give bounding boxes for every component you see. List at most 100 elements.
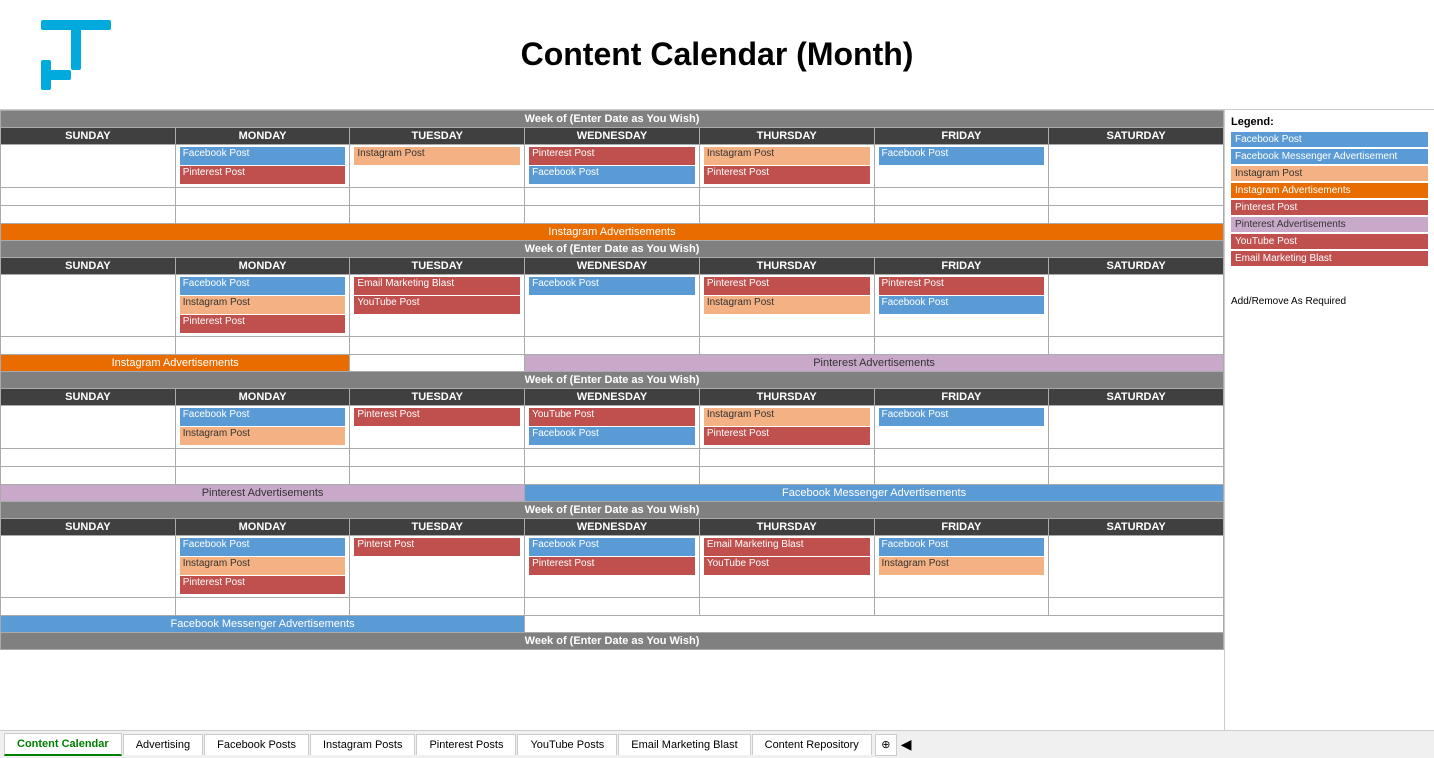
day-header-mon-1: MONDAY xyxy=(175,128,350,145)
w1-mon-3 xyxy=(175,206,350,224)
tab-content-calendar[interactable]: Content Calendar xyxy=(4,733,122,756)
w2-fri-fb: Facebook Post xyxy=(879,296,1045,314)
tab-advertising[interactable]: Advertising xyxy=(123,734,203,755)
calendar-area[interactable]: Week of (Enter Date as You Wish) SUNDAY … xyxy=(0,110,1224,730)
w2-ads-gap xyxy=(350,355,525,372)
app-container: Content Calendar (Month) Week of (Ente xyxy=(0,0,1434,758)
tab-youtube-posts[interactable]: YouTube Posts xyxy=(517,734,617,755)
w4-mon-1: Facebook Post Instagram Post Pinterest P… xyxy=(175,536,350,598)
w2-thu-1: Pinterest Post Instagram Post xyxy=(699,275,874,337)
w3-pin-ads: Pinterest Advertisements xyxy=(1,485,525,502)
w3-tue-1: Pinterest Post xyxy=(350,406,525,449)
w1-ig-ads: Instagram Advertisements xyxy=(1,224,1224,241)
w3-sun-2 xyxy=(1,449,176,467)
w4-mon-ig: Instagram Post xyxy=(180,557,346,575)
day-header-sat-4: SATURDAY xyxy=(1049,519,1224,536)
w2-sun-2 xyxy=(1,337,176,355)
week-header-5[interactable]: Week of (Enter Date as You Wish) xyxy=(1,633,1224,650)
w1-fri-3 xyxy=(874,206,1049,224)
w2-sun-1 xyxy=(1,275,176,337)
w4-wed-2 xyxy=(525,598,700,616)
w3-wed-2 xyxy=(525,449,700,467)
w3-wed-yt: YouTube Post xyxy=(529,408,695,426)
w4-sun-2 xyxy=(1,598,176,616)
legend-pin-post: Pinterest Post xyxy=(1231,200,1428,215)
day-header-tue-3: TUESDAY xyxy=(350,389,525,406)
w1-sat-2 xyxy=(1049,188,1224,206)
week-header-row-3: Week of (Enter Date as You Wish) xyxy=(1,372,1224,389)
week-header-3[interactable]: Week of (Enter Date as You Wish) xyxy=(1,372,1224,389)
day-header-sun-4: SUNDAY xyxy=(1,519,176,536)
w2-mon-1: Facebook Post Instagram Post Pinterest P… xyxy=(175,275,350,337)
week3-ads-row: Pinterest Advertisements Facebook Messen… xyxy=(1,485,1224,502)
week-header-4[interactable]: Week of (Enter Date as You Wish) xyxy=(1,502,1224,519)
tab-nav-right[interactable]: ◀ xyxy=(901,736,912,753)
legend-fb-post: Facebook Post xyxy=(1231,132,1428,147)
w1-fri-1: Facebook Post xyxy=(874,145,1049,188)
w3-wed-1: YouTube Post Facebook Post xyxy=(525,406,700,449)
w1-sat-1 xyxy=(1049,145,1224,188)
w1-wed-3 xyxy=(525,206,700,224)
week-header-row-1: Week of (Enter Date as You Wish) xyxy=(1,111,1224,128)
w2-wed-1: Facebook Post xyxy=(525,275,700,337)
w4-tue-1: Pinterst Post xyxy=(350,536,525,598)
w2-thu-ig: Instagram Post xyxy=(704,296,870,314)
w2-fri-2 xyxy=(874,337,1049,355)
title-area: Content Calendar (Month) xyxy=(136,36,1298,73)
w3-thu-pin: Pinterest Post xyxy=(704,427,870,445)
week3-row1: Facebook Post Instagram Post Pinterest P… xyxy=(1,406,1224,449)
week1-row3 xyxy=(1,206,1224,224)
w1-tue-3 xyxy=(350,206,525,224)
w4-fri-ig: Instagram Post xyxy=(879,557,1045,575)
legend-ig-ads: Instagram Advertisements xyxy=(1231,183,1428,198)
w4-sun-1 xyxy=(1,536,176,598)
w3-tue-3 xyxy=(350,467,525,485)
day-header-tue-1: TUESDAY xyxy=(350,128,525,145)
tab-facebook-posts[interactable]: Facebook Posts xyxy=(204,734,309,755)
week-header-1[interactable]: Week of (Enter Date as You Wish) xyxy=(1,111,1224,128)
w2-tue-email: Email Marketing Blast xyxy=(354,277,520,295)
w2-mon-fb: Facebook Post xyxy=(180,277,346,295)
week-header-2[interactable]: Week of (Enter Date as You Wish) xyxy=(1,241,1224,258)
tab-pinterest-posts[interactable]: Pinterest Posts xyxy=(416,734,516,755)
w1-sun-3 xyxy=(1,206,176,224)
w4-sat-1 xyxy=(1049,536,1224,598)
w1-sun-1 xyxy=(1,145,176,188)
w1-fri-fb: Facebook Post xyxy=(879,147,1045,165)
w3-sun-1 xyxy=(1,406,176,449)
w3-fri-3 xyxy=(874,467,1049,485)
day-header-tue-2: TUESDAY xyxy=(350,258,525,275)
week1-ads-row: Instagram Advertisements xyxy=(1,224,1224,241)
w1-tue-2 xyxy=(350,188,525,206)
week-header-row-4: Week of (Enter Date as You Wish) xyxy=(1,502,1224,519)
w1-mon-fb: Facebook Post xyxy=(180,147,346,165)
week1-row2 xyxy=(1,188,1224,206)
day-header-sat-3: SATURDAY xyxy=(1049,389,1224,406)
week3-row3 xyxy=(1,467,1224,485)
tab-email-marketing[interactable]: Email Marketing Blast xyxy=(618,734,750,755)
legend-email-blast: Email Marketing Blast xyxy=(1231,251,1428,266)
w2-mon-pin: Pinterest Post xyxy=(180,315,346,333)
tab-instagram-posts[interactable]: Instagram Posts xyxy=(310,734,415,755)
w2-sat-1 xyxy=(1049,275,1224,337)
day-header-sun-3: SUNDAY xyxy=(1,389,176,406)
w3-thu-1: Instagram Post Pinterest Post xyxy=(699,406,874,449)
w1-fri-2 xyxy=(874,188,1049,206)
w4-empty-ads xyxy=(525,616,1224,633)
w1-sat-3 xyxy=(1049,206,1224,224)
w2-ig-ads: Instagram Advertisements xyxy=(1,355,350,372)
week-header-row-2: Week of (Enter Date as You Wish) xyxy=(1,241,1224,258)
day-header-wed-2: WEDNESDAY xyxy=(525,258,700,275)
week2-row2 xyxy=(1,337,1224,355)
w3-sun-3 xyxy=(1,467,176,485)
week2-ads-row: Instagram Advertisements Pinterest Adver… xyxy=(1,355,1224,372)
day-header-thu-1: THURSDAY xyxy=(699,128,874,145)
tab-add-button[interactable]: ⊕ xyxy=(875,734,897,756)
w4-wed-1: Facebook Post Pinterest Post xyxy=(525,536,700,598)
day-header-tue-4: TUESDAY xyxy=(350,519,525,536)
tab-content-repository[interactable]: Content Repository xyxy=(752,734,872,755)
w3-fri-2 xyxy=(874,449,1049,467)
w3-mon-fb: Facebook Post xyxy=(180,408,346,426)
w4-tue-pin: Pinterst Post xyxy=(354,538,520,556)
w1-wed-1: Pinterest Post Facebook Post xyxy=(525,145,700,188)
